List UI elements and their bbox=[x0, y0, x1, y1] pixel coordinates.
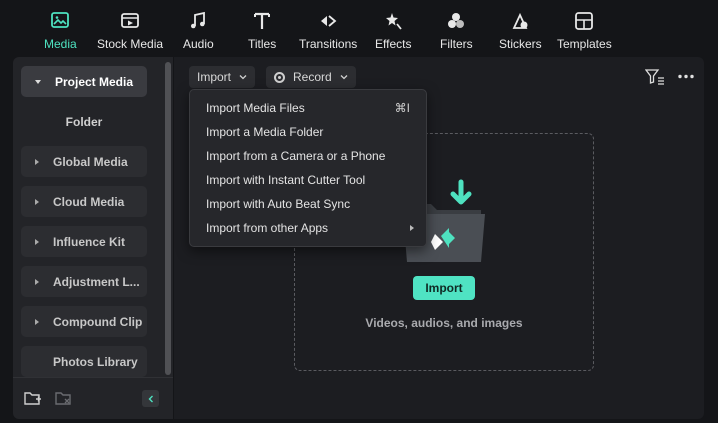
chevron-left-icon bbox=[148, 395, 153, 402]
dropzone-hint: Videos, audios, and images bbox=[365, 316, 523, 330]
record-label: Record bbox=[293, 70, 332, 84]
import-label: Import bbox=[197, 70, 232, 84]
chevron-down-icon bbox=[35, 79, 41, 84]
sidebar-item-cloud-media[interactable]: Cloud Media bbox=[21, 186, 147, 217]
tool-label: Templates bbox=[557, 37, 612, 51]
tool-label: Stickers bbox=[499, 37, 542, 51]
menu-item-label: Import from other Apps bbox=[206, 221, 329, 235]
record-dropdown-button[interactable]: Record bbox=[266, 66, 356, 88]
tool-transitions[interactable]: Transitions bbox=[299, 10, 357, 52]
tool-titles[interactable]: Titles bbox=[248, 10, 276, 52]
tool-label: Audio bbox=[183, 37, 214, 51]
menu-item-label: Import a Media Folder bbox=[206, 125, 324, 139]
menu-item-import-media-files[interactable]: Import Media Files ⌘I bbox=[190, 96, 426, 120]
sidebar-item-label: Adjustment L... bbox=[53, 274, 140, 289]
tool-stickers[interactable]: Stickers bbox=[499, 10, 542, 52]
tool-media[interactable]: Media bbox=[44, 10, 77, 52]
sidebar-item-label: Folder bbox=[65, 114, 103, 129]
menu-item-import-from-other-apps[interactable]: Import from other Apps bbox=[190, 216, 426, 240]
sidebar-item-label: Compound Clip bbox=[53, 314, 143, 329]
tool-filters[interactable]: Filters bbox=[440, 10, 473, 52]
chevron-right-icon bbox=[35, 198, 39, 205]
menu-item-label: Import Media Files bbox=[206, 101, 305, 115]
tool-effects[interactable]: Effects bbox=[375, 10, 411, 52]
sidebar-item-influence-kit[interactable]: Influence Kit bbox=[21, 226, 147, 257]
import-button[interactable]: Import bbox=[413, 276, 475, 300]
sidebar-item-label: Global Media bbox=[53, 154, 128, 169]
menu-item-auto-beat-sync[interactable]: Import with Auto Beat Sync bbox=[190, 192, 426, 216]
chevron-down-icon bbox=[239, 75, 247, 80]
sidebar-item-label: Cloud Media bbox=[53, 194, 125, 209]
templates-icon bbox=[575, 12, 594, 30]
sidebar-item-label: Project Media bbox=[55, 74, 134, 89]
effects-icon bbox=[386, 13, 402, 30]
tool-stock-media[interactable]: Stock Media bbox=[97, 10, 163, 52]
menu-item-label: Import with Auto Beat Sync bbox=[206, 197, 351, 211]
sidebar-item-folder[interactable]: Folder bbox=[21, 106, 147, 137]
sidebar-scrollbar[interactable] bbox=[165, 62, 171, 375]
sidebar-footer bbox=[13, 377, 173, 419]
tool-label: Stock Media bbox=[97, 37, 164, 51]
delete-folder-icon[interactable] bbox=[55, 390, 73, 406]
sidebar-item-adjustment-layer[interactable]: Adjustment L... bbox=[21, 266, 147, 297]
tool-label: Transitions bbox=[299, 37, 358, 51]
tool-templates[interactable]: Templates bbox=[557, 10, 612, 52]
tool-label: Titles bbox=[248, 37, 277, 51]
menu-item-import-media-folder[interactable]: Import a Media Folder bbox=[190, 120, 426, 144]
chevron-right-icon bbox=[410, 225, 414, 231]
stickers-icon bbox=[512, 12, 528, 29]
media-sidebar: Project Media Folder Global Media Cloud … bbox=[13, 57, 173, 419]
collapse-sidebar-button[interactable] bbox=[142, 390, 159, 407]
menu-item-import-from-camera[interactable]: Import from a Camera or a Phone bbox=[190, 144, 426, 168]
tool-audio[interactable]: Audio bbox=[183, 10, 214, 52]
tool-label: Filters bbox=[440, 37, 473, 51]
filters-icon bbox=[448, 13, 465, 28]
chevron-right-icon bbox=[35, 238, 39, 245]
sidebar-item-compound-clip[interactable]: Compound Clip bbox=[21, 306, 147, 337]
chevron-right-icon bbox=[35, 158, 39, 165]
more-options-icon[interactable] bbox=[678, 74, 694, 79]
titles-icon bbox=[254, 12, 271, 29]
import-menu: Import Media Files ⌘I Import a Media Fol… bbox=[189, 89, 427, 247]
chevron-right-icon bbox=[35, 318, 39, 325]
stock-media-icon bbox=[121, 13, 139, 28]
music-note-icon bbox=[191, 11, 206, 29]
sidebar-item-label: Influence Kit bbox=[53, 234, 126, 249]
record-icon bbox=[274, 71, 285, 83]
menu-item-instant-cutter[interactable]: Import with Instant Cutter Tool bbox=[190, 168, 426, 192]
chevron-right-icon bbox=[35, 278, 39, 285]
menu-item-label: Import with Instant Cutter Tool bbox=[206, 173, 366, 187]
sidebar-item-project-media[interactable]: Project Media bbox=[21, 66, 147, 97]
sidebar-item-photos-library[interactable]: Photos Library bbox=[21, 346, 147, 377]
tool-label: Media bbox=[44, 37, 77, 51]
media-icon bbox=[51, 12, 70, 28]
menu-item-label: Import from a Camera or a Phone bbox=[206, 149, 386, 163]
menu-item-shortcut: ⌘I bbox=[394, 101, 410, 115]
chevron-down-icon bbox=[340, 75, 348, 80]
sidebar-item-label: Photos Library bbox=[53, 354, 138, 369]
filter-icon[interactable] bbox=[645, 69, 665, 85]
tool-label: Effects bbox=[375, 37, 412, 51]
import-dropdown-button[interactable]: Import bbox=[189, 66, 256, 88]
sidebar-item-global-media[interactable]: Global Media bbox=[21, 146, 147, 177]
transitions-icon bbox=[321, 15, 337, 27]
new-folder-icon[interactable] bbox=[24, 390, 42, 406]
top-toolbar: Media Stock Media Audio Titles Transitio… bbox=[0, 0, 718, 56]
